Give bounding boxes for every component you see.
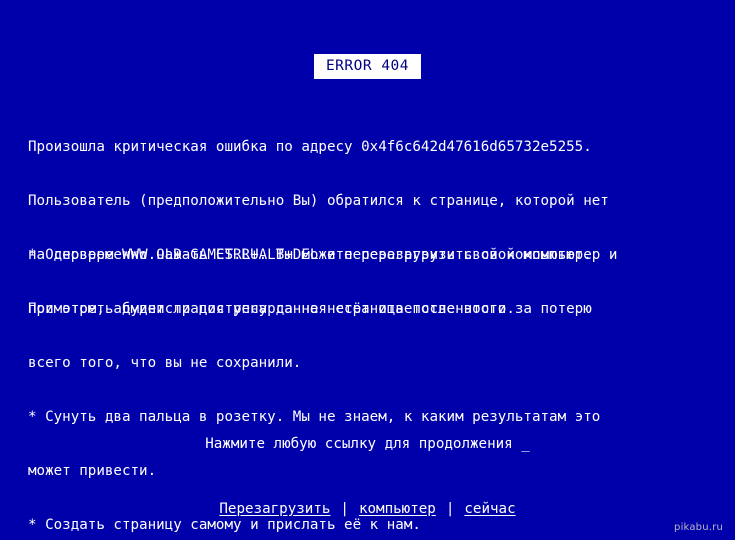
error-code-badge: ERROR 404 bbox=[313, 54, 422, 79]
suggestion-line: При этом, администрация ресурса не несёт… bbox=[28, 301, 592, 317]
site-watermark: pikabu.ru bbox=[674, 522, 723, 533]
link-separator: | bbox=[340, 501, 349, 517]
link-now[interactable]: сейчас bbox=[464, 501, 515, 517]
action-links-row: Перезагрузить | компьютер | сейчас bbox=[0, 500, 735, 518]
suggestion-line: * Сунуть два пальца в розетку. Мы не зна… bbox=[28, 409, 601, 425]
suggestions-list: * Одновременно нажать CTRL+ALT+DEL и пер… bbox=[28, 210, 718, 540]
paragraph-line: Пользователь (предположительно Вы) обрат… bbox=[28, 193, 609, 209]
suggestion-line: всего того, что вы не сохранили. bbox=[28, 355, 302, 371]
link-computer[interactable]: компьютер bbox=[359, 501, 436, 517]
link-reboot[interactable]: Перезагрузить bbox=[219, 501, 330, 517]
bsod-error-screen: ERROR 404 Произошла критическая ошибка п… bbox=[0, 0, 735, 540]
suggestion-line: * Создать страницу самому и прислать её … bbox=[28, 517, 421, 533]
continue-prompt: Нажмите любую ссылку для продолжения _ bbox=[0, 435, 735, 453]
continue-prompt-text: Нажмите любую ссылку для продолжения bbox=[205, 436, 522, 452]
header-row: ERROR 404 bbox=[0, 54, 735, 79]
link-separator: | bbox=[445, 501, 455, 517]
text-cursor: _ bbox=[521, 436, 530, 452]
suggestion-line: * Одновременно нажать CTRL+ALT+DEL и пер… bbox=[28, 247, 592, 263]
suggestion-line: может привести. bbox=[28, 463, 157, 479]
paragraph-line: Произошла критическая ошибка по адресу 0… bbox=[28, 139, 592, 155]
